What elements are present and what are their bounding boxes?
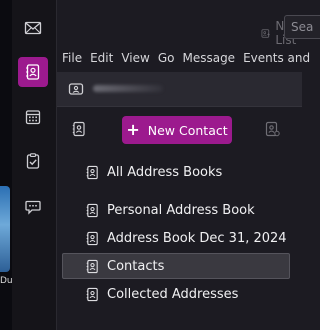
desktop-item-label: Du [0,276,12,286]
menu-message[interactable]: Message [182,51,235,69]
space-calendar-button[interactable] [18,102,48,132]
book-item-label: Address Book Dec 31, 2024 [107,230,287,246]
menu-events-and-tasks[interactable]: Events and [243,51,310,69]
menu-bar: File Edit View Go Message Events and [57,51,310,69]
address-book-icon [86,287,98,301]
blurred-tab-title [93,85,163,92]
book-item-label: Collected Addresses [107,286,239,302]
book-item-label: All Address Books [107,164,223,180]
calendar-icon [25,110,41,125]
menu-go[interactable]: Go [158,51,175,69]
address-books-menu-icon[interactable] [71,121,87,137]
address-book-icon [86,165,98,179]
address-book-icon [86,203,98,217]
new-contact-label: New Contact [147,122,228,138]
book-item-personal-address-book[interactable]: Personal Address Book [62,197,290,223]
book-item-label: Personal Address Book [107,202,255,218]
space-chat-button[interactable] [18,192,48,222]
clipboard-check-icon [26,153,40,169]
address-book-icon [26,64,40,80]
address-book-pane: + New Contact All Address Books Personal… [57,107,302,330]
plus-icon: + [126,120,140,139]
title-bar: New List [57,0,302,48]
envelope-icon [24,21,42,35]
tab-strip [57,72,302,107]
new-contact-button[interactable]: + New Contact [122,116,232,144]
desktop-background: Du [0,0,12,330]
address-book-icon [86,259,98,273]
book-item-all-address-books[interactable]: All Address Books [62,159,290,185]
space-tasks-button[interactable] [18,146,48,176]
address-book-icon [86,231,98,245]
book-item-address-book-dec-31-2024[interactable]: Address Book Dec 31, 2024 [62,225,290,251]
book-item-collected-addresses[interactable]: Collected Addresses [62,281,290,307]
desktop-folder-icon[interactable] [0,186,10,272]
menu-file[interactable]: File [62,51,82,69]
space-address-book-button[interactable] [18,57,48,87]
space-mail-button[interactable] [18,13,48,43]
search-input[interactable]: Sea [284,15,320,39]
new-list-icon [261,28,270,38]
book-item-label: Contacts [107,258,165,274]
spaces-toolbar [12,0,57,330]
book-item-contacts[interactable]: Contacts [62,253,290,279]
menu-edit[interactable]: Edit [90,51,113,69]
address-book-properties-icon[interactable] [264,121,280,137]
address-book-tab-icon[interactable] [68,81,84,97]
chat-bubble-icon [25,200,41,215]
menu-view[interactable]: View [121,51,149,69]
